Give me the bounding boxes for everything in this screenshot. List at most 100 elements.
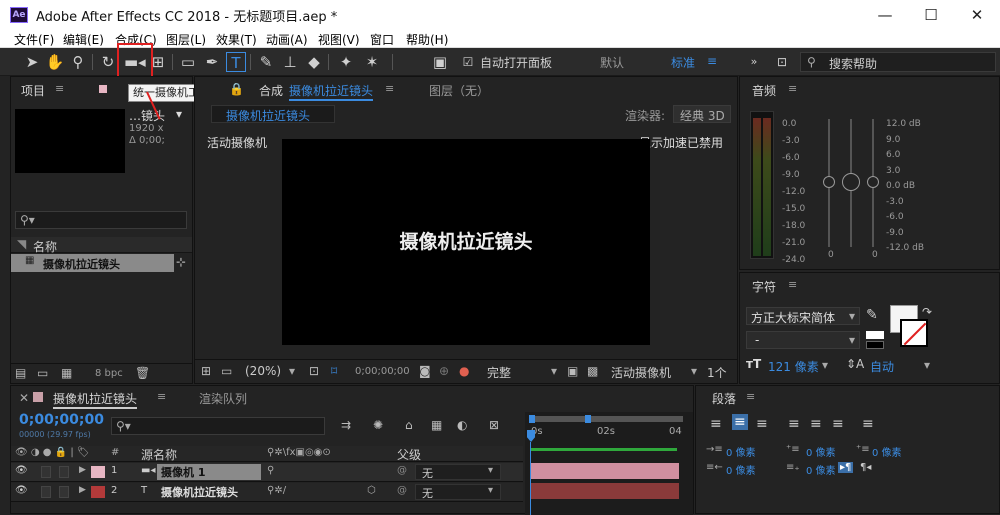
- menu-layer[interactable]: 图层(L): [166, 31, 206, 48]
- sync-settings-icon[interactable]: ⊡: [772, 52, 792, 72]
- paragraph-tab[interactable]: 段落: [712, 390, 736, 407]
- trash-icon[interactable]: 🗑: [135, 366, 150, 380]
- resolution-select[interactable]: 完整 ▾: [483, 362, 565, 380]
- interpret-footage-icon[interactable]: ▤: [15, 366, 26, 380]
- motion-blur-icon[interactable]: ◐: [457, 418, 467, 432]
- layer-duration-bar[interactable]: [531, 463, 679, 479]
- label-color-swatch[interactable]: [91, 486, 105, 498]
- character-tab[interactable]: 字符: [752, 278, 776, 295]
- rotate-tool-icon[interactable]: ↻: [98, 52, 118, 72]
- clone-stamp-tool-icon[interactable]: ⊥: [280, 52, 300, 72]
- audio-menu-icon[interactable]: ≡: [788, 82, 797, 95]
- shy-switch-icon[interactable]: ⚲: [267, 465, 274, 476]
- menu-view[interactable]: 视图(V): [318, 31, 360, 48]
- pick-whip-icon[interactable]: @: [397, 485, 407, 496]
- layer-tab[interactable]: 图层（无）: [429, 82, 489, 99]
- parent-select[interactable]: 无 ▾: [415, 484, 501, 500]
- table-row[interactable]: 👁 ▶ 2 T 摄像机拉近镜头 ⚲✲/⬡ @ 无 ▾: [11, 483, 523, 502]
- black-swatch[interactable]: [866, 341, 884, 349]
- font-size-value[interactable]: 121 像素: [768, 358, 819, 375]
- composition-canvas[interactable]: 摄像机拉近镜头: [282, 139, 650, 345]
- name-column-header[interactable]: 名称: [33, 238, 57, 255]
- composition-menu-icon[interactable]: ≡: [385, 82, 394, 95]
- white-swatch[interactable]: [866, 331, 884, 339]
- font-style-select[interactable]: - ▾: [746, 331, 860, 349]
- solo-toggle[interactable]: [41, 486, 51, 498]
- workspace-standard[interactable]: 标准: [671, 54, 695, 71]
- menu-file[interactable]: 文件(F): [14, 31, 54, 48]
- menu-help[interactable]: 帮助(H): [406, 31, 448, 48]
- zoom-tool-icon[interactable]: ⚲: [68, 52, 88, 72]
- composition-tab-prefix[interactable]: 合成: [259, 82, 283, 99]
- lock-icon[interactable]: 🔒: [229, 82, 244, 96]
- close-tab-icon[interactable]: ✕: [19, 391, 29, 405]
- align-center-icon[interactable]: ≡: [732, 414, 748, 430]
- indent-first-value[interactable]: 0 像素: [872, 444, 902, 459]
- rectangle-tool-icon[interactable]: ▭: [178, 52, 198, 72]
- bit-depth[interactable]: 8 bpc: [95, 368, 123, 379]
- indent-right-value[interactable]: 0 像素: [726, 462, 756, 477]
- search-help-input[interactable]: ⚲ 搜索帮助: [800, 52, 996, 72]
- maximize-button[interactable]: ☐: [908, 0, 954, 30]
- current-time[interactable]: 0;00;00;00: [19, 412, 104, 428]
- region-of-interest-icon[interactable]: ▣: [567, 364, 578, 378]
- composition-tab-name[interactable]: 摄像机拉近镜头: [289, 82, 374, 101]
- pen-tool-icon[interactable]: ✒: [202, 52, 222, 72]
- flowchart-icon[interactable]: ⊹: [176, 255, 186, 269]
- parent-header[interactable]: 父级: [397, 446, 421, 463]
- character-menu-icon[interactable]: ≡: [788, 278, 797, 291]
- expand-arrow-icon[interactable]: ▶: [79, 485, 86, 495]
- chevron-down-icon[interactable]: ▾: [822, 358, 828, 372]
- 3d-layer-icon[interactable]: ⬡: [367, 485, 376, 496]
- menu-effect[interactable]: 效果(T): [216, 31, 257, 48]
- leading-value[interactable]: 自动: [870, 358, 894, 375]
- show-snapshot-icon[interactable]: ⊕: [439, 364, 449, 378]
- pick-whip-icon[interactable]: @: [397, 465, 407, 476]
- indent-left-value[interactable]: 0 像素: [726, 444, 756, 459]
- layer-name[interactable]: 摄像机拉近镜头: [157, 484, 261, 500]
- safe-zones-icon[interactable]: ⊡: [309, 364, 319, 378]
- space-after-value[interactable]: 0 像素: [806, 462, 836, 477]
- rtl-direction-icon[interactable]: ¶◂: [860, 462, 871, 473]
- minimize-button[interactable]: —: [862, 0, 908, 30]
- justify-all-icon[interactable]: ≡: [862, 416, 874, 432]
- workspace-default[interactable]: 默认: [600, 54, 624, 71]
- monitor-icon[interactable]: ▭: [221, 364, 232, 378]
- solo-toggle[interactable]: [41, 466, 51, 478]
- graph-editor-icon[interactable]: ⊠: [489, 418, 499, 432]
- align-right-icon[interactable]: ≡: [756, 416, 768, 432]
- audio-slider-handle-center[interactable]: [842, 173, 860, 191]
- visibility-eye-icon[interactable]: 👁: [15, 485, 28, 496]
- render-queue-tab[interactable]: 渲染队列: [199, 390, 247, 407]
- new-folder-icon[interactable]: ▭: [37, 366, 48, 380]
- snapshot-icon[interactable]: ◙: [419, 364, 431, 378]
- shy-switch-icon[interactable]: ⚲✲/: [267, 485, 286, 496]
- panel-icon[interactable]: ▣: [430, 52, 450, 72]
- chevron-down-icon[interactable]: ▾: [176, 107, 182, 121]
- hand-tool-icon[interactable]: ✋: [45, 52, 65, 72]
- justify-right-icon[interactable]: ≡: [832, 416, 844, 432]
- stroke-color-swatch[interactable]: [900, 319, 928, 347]
- expand-icon[interactable]: »: [744, 52, 764, 72]
- visibility-eye-icon[interactable]: 👁: [15, 465, 28, 476]
- menu-animation[interactable]: 动画(A): [266, 31, 308, 48]
- preview-icon[interactable]: ⊞: [201, 364, 211, 378]
- swap-colors-icon[interactable]: ↷: [922, 305, 932, 319]
- transparency-grid-icon[interactable]: ▩: [587, 364, 598, 378]
- timeline-menu-icon[interactable]: ≡: [157, 390, 166, 403]
- draft-3d-icon[interactable]: ✺: [373, 418, 383, 432]
- comp-mini-flowchart-icon[interactable]: ⇉: [341, 418, 351, 432]
- project-search-input[interactable]: ⚲▾: [15, 211, 187, 229]
- camera-view-select[interactable]: 活动摄像机 ▾: [607, 362, 703, 380]
- selection-tool-icon[interactable]: ➤: [22, 52, 42, 72]
- eraser-tool-icon[interactable]: ◆: [304, 52, 324, 72]
- list-item[interactable]: ▦ 摄像机拉近镜头: [11, 254, 174, 272]
- audio-slider-handle-right[interactable]: [867, 176, 879, 188]
- eyedropper-icon[interactable]: ✎: [866, 307, 878, 323]
- chevron-down-icon[interactable]: ▾: [924, 358, 930, 372]
- new-composition-icon[interactable]: ▦: [61, 366, 72, 380]
- breadcrumb[interactable]: 摄像机拉近镜头: [211, 105, 335, 123]
- work-area-start-handle[interactable]: [529, 415, 535, 423]
- label-color-swatch[interactable]: [91, 466, 105, 478]
- close-button[interactable]: ✕: [954, 0, 1000, 30]
